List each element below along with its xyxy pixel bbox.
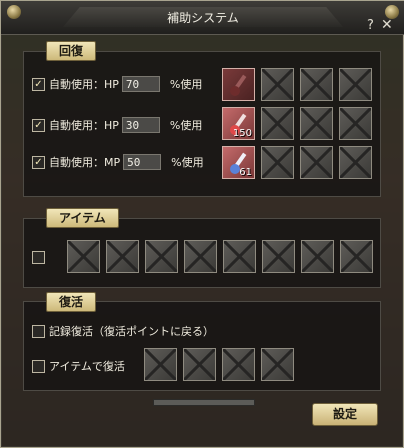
auto-use-hp-label-2: 自動使用：HP bbox=[49, 119, 119, 132]
item-slot[interactable] bbox=[67, 240, 100, 273]
recovery-slot[interactable] bbox=[300, 107, 333, 140]
percent-use-label-1: %使用 bbox=[169, 78, 203, 91]
item-slot[interactable] bbox=[301, 240, 334, 273]
auto-use-hp-row-2: ✓ 自動使用：HP %使用 bbox=[32, 117, 202, 133]
item-section-label: アイテム bbox=[46, 208, 119, 228]
percent-use-label-3: %使用 bbox=[171, 156, 204, 169]
item-slot[interactable] bbox=[184, 240, 217, 273]
recovery-slot[interactable] bbox=[300, 146, 333, 179]
item-slot[interactable] bbox=[145, 240, 178, 273]
recovery-section-label: 回復 bbox=[46, 41, 97, 61]
item-slot[interactable] bbox=[340, 240, 373, 273]
auto-use-hp-checkbox-2[interactable]: ✓ bbox=[32, 118, 45, 132]
recovery-slot[interactable] bbox=[339, 107, 372, 140]
item-revive-row: アイテムで復活 bbox=[32, 358, 125, 374]
record-revive-row: 記録復活（復活ポイントに戻る） bbox=[32, 323, 214, 339]
hp-potion-slot-2[interactable]: 150 bbox=[222, 107, 255, 140]
auto-use-hp-row-1: ✓ 自動使用：HP %使用 bbox=[32, 76, 202, 92]
recovery-slot[interactable] bbox=[261, 146, 294, 179]
progress-indicator bbox=[153, 399, 255, 406]
item-slot[interactable] bbox=[262, 240, 295, 273]
revive-section-label: 復活 bbox=[46, 292, 97, 312]
hp-threshold-input-2[interactable] bbox=[121, 117, 160, 133]
close-button[interactable]: ✕ bbox=[381, 17, 393, 33]
help-button[interactable]: ? bbox=[367, 18, 374, 33]
recovery-slot[interactable] bbox=[339, 68, 372, 101]
confirm-button[interactable]: 設定 bbox=[312, 403, 378, 426]
recovery-slot[interactable] bbox=[339, 146, 372, 179]
revive-item-slot[interactable] bbox=[261, 348, 294, 381]
item-slot[interactable] bbox=[106, 240, 139, 273]
item-revive-checkbox[interactable] bbox=[32, 359, 45, 373]
record-revive-checkbox[interactable] bbox=[32, 324, 45, 338]
corner-gem-icon bbox=[7, 5, 21, 19]
hp-potion-slot-1[interactable] bbox=[222, 68, 255, 101]
auto-use-hp-checkbox-1[interactable]: ✓ bbox=[32, 77, 45, 91]
revive-item-slot[interactable] bbox=[183, 348, 216, 381]
record-revive-label: 記録復活（復活ポイントに戻る） bbox=[49, 325, 214, 338]
recovery-slot[interactable] bbox=[261, 107, 294, 140]
auto-use-mp-row: ✓ 自動使用：MP %使用 bbox=[32, 154, 204, 170]
revive-item-slot[interactable] bbox=[144, 348, 177, 381]
item-count: 150 bbox=[232, 128, 252, 139]
title-bar[interactable]: 補助システム ? ✕ bbox=[1, 1, 404, 35]
auto-use-hp-label-1: 自動使用：HP bbox=[49, 78, 119, 91]
mp-threshold-input[interactable] bbox=[123, 154, 162, 170]
recovery-slot[interactable] bbox=[261, 68, 294, 101]
auto-use-mp-label: 自動使用：MP bbox=[49, 156, 121, 169]
item-slot[interactable] bbox=[223, 240, 256, 273]
revive-item-slot[interactable] bbox=[222, 348, 255, 381]
window-title: 補助システム bbox=[63, 7, 343, 27]
item-checkbox[interactable] bbox=[32, 251, 45, 264]
item-revive-label: アイテムで復活 bbox=[49, 360, 125, 373]
hp-threshold-input-1[interactable] bbox=[121, 76, 160, 92]
assist-system-window: 補助システム ? ✕ 回復 ✓ 自動使用：HP %使用 ✓ 自動使用：HP %使… bbox=[0, 0, 404, 448]
hp-potion-icon bbox=[230, 74, 247, 96]
recovery-slot[interactable] bbox=[300, 68, 333, 101]
item-count: 61 bbox=[239, 167, 252, 178]
percent-use-label-2: %使用 bbox=[169, 119, 203, 132]
mp-potion-slot[interactable]: 61 bbox=[222, 146, 255, 179]
auto-use-mp-checkbox[interactable]: ✓ bbox=[32, 155, 45, 169]
